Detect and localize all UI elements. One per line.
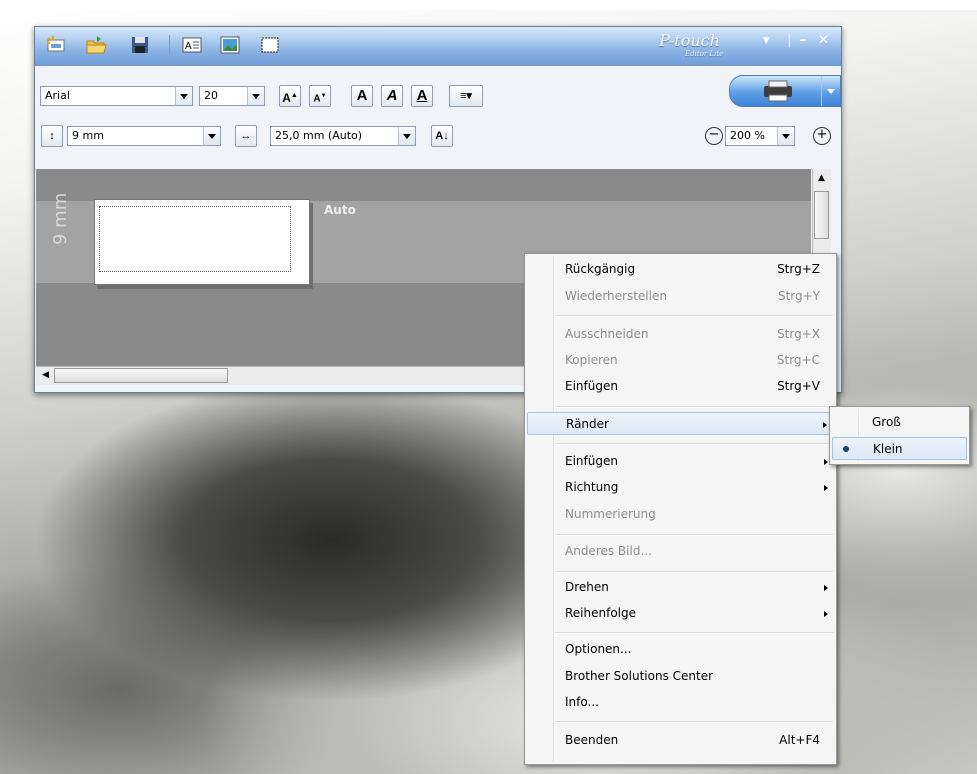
menu-item-direction[interactable]: Richtung [527,476,834,499]
label-length-value: 25,0 mm (Auto) [275,129,363,142]
label-preview[interactable] [94,199,310,285]
desktop-top-strip [0,0,977,10]
menu-separator [555,632,833,634]
logo-subtext: Editor Lite [685,50,724,58]
tape-width-icon: ↕ [41,125,63,147]
vertical-scroll-thumb[interactable] [814,191,829,239]
vertical-text-button[interactable]: A↓ [431,125,453,147]
chevron-down-icon[interactable] [247,87,264,105]
menu-item-paste[interactable]: Einfügen Strg+V [527,375,834,398]
menu-item-copy[interactable]: Kopieren Strg+C [527,349,834,372]
font-name-select[interactable]: Arial [40,86,193,106]
chevron-down-icon[interactable]: ▾ [763,33,770,48]
radio-bullet-icon [843,446,849,452]
toolbar-separator [169,35,170,55]
scroll-up-icon[interactable]: ▲ [814,171,829,186]
menu-separator [555,571,833,573]
label-length-icon: ↔ [235,125,257,147]
zoom-out-button[interactable]: − [705,127,723,145]
submenu-arrow-icon [824,611,828,617]
print-button[interactable] [729,75,841,107]
svg-text:A: A [185,41,192,52]
open-folder-icon[interactable] [85,34,107,56]
menu-item-redo[interactable]: Wiederherstellen Strg+Y [527,285,834,308]
print-options-chevron-icon[interactable] [821,76,840,106]
menu-item-margins[interactable]: Ränder [527,412,834,435]
submenu-arrow-icon [823,422,827,428]
menu-separator [555,721,833,723]
zoom-value: 200 % [730,129,765,142]
menu-item-exit[interactable]: Beenden Alt+F4 [527,729,834,752]
insert-text-icon[interactable]: A [181,34,203,56]
horizontal-scroll-thumb[interactable] [54,368,228,383]
save-icon[interactable] [129,34,151,56]
font-name-value: Arial [45,89,70,102]
new-label-icon[interactable] [45,34,67,56]
scroll-left-icon[interactable]: ◀ [38,368,53,383]
font-size-select[interactable]: 20 [199,86,265,106]
menu-separator [555,443,833,445]
menu-item-rotate[interactable]: Drehen [527,576,834,599]
minimize-button[interactable]: – [800,33,807,48]
zoom-in-button[interactable]: + [813,127,831,145]
title-separator: | [787,33,792,48]
printer-icon [764,80,792,102]
submenu-arrow-icon [824,459,828,465]
tape-width-select[interactable]: 9 mm [67,126,221,146]
tape-width-value: 9 mm [72,129,104,142]
ptouch-logo: P-touch Editor Lite [659,31,739,59]
chevron-down-icon[interactable] [175,87,192,105]
chevron-down-icon[interactable] [203,127,220,145]
tape-width-ruler-label: 9 mm [50,192,71,245]
insert-frame-icon[interactable] [259,34,281,56]
menu-item-solutions-center[interactable]: Brother Solutions Center [527,665,834,688]
font-size-value: 20 [204,89,218,102]
menu-item-info[interactable]: Info... [527,691,834,714]
submenu-arrow-icon [824,585,828,591]
menu-item-undo[interactable]: Rückgängig Strg+Z [527,258,834,281]
logo-text: P-touch [659,31,720,50]
grow-font-button[interactable]: A▲ [279,85,301,107]
italic-button[interactable]: A [381,85,403,107]
margins-submenu: Groß Klein [829,406,970,465]
menu-separator [555,315,833,317]
bold-button[interactable]: A [351,85,373,107]
menu-item-numbering[interactable]: Nummerierung [527,503,834,526]
zoom-select[interactable]: 200 % [725,126,795,146]
length-spinner[interactable] [398,127,415,145]
menu-item-insert[interactable]: Einfügen [527,450,834,473]
chevron-down-icon[interactable] [777,127,794,145]
submenu-arrow-icon [824,485,828,491]
print-area[interactable] [99,206,291,272]
context-menu: Rückgängig Strg+Z Wiederherstellen Strg+Y … [524,253,837,765]
menu-separator [555,406,833,408]
menu-item-order[interactable]: Reihenfolge [527,602,834,625]
menu-item-cut[interactable]: Ausschneiden Strg+X [527,323,834,346]
auto-length-label: Auto [324,203,356,217]
align-dropdown-button[interactable]: ≡▾ [449,85,483,107]
close-button[interactable]: ✕ [818,33,829,48]
menu-separator [555,534,833,536]
submenu-item-large[interactable]: Groß [832,411,967,434]
label-length-input[interactable]: 25,0 mm (Auto) [270,126,416,146]
insert-image-icon[interactable] [219,34,241,56]
submenu-item-small[interactable]: Klein [832,437,967,460]
menu-item-options[interactable]: Optionen... [527,638,834,661]
title-bar[interactable]: A P-touch Editor Lite ▾ | – ✕ [35,27,841,66]
shrink-font-button[interactable]: A▼ [309,85,331,107]
menu-item-change-image[interactable]: Anderes Bild... [527,540,834,563]
underline-button[interactable]: A [411,85,433,107]
